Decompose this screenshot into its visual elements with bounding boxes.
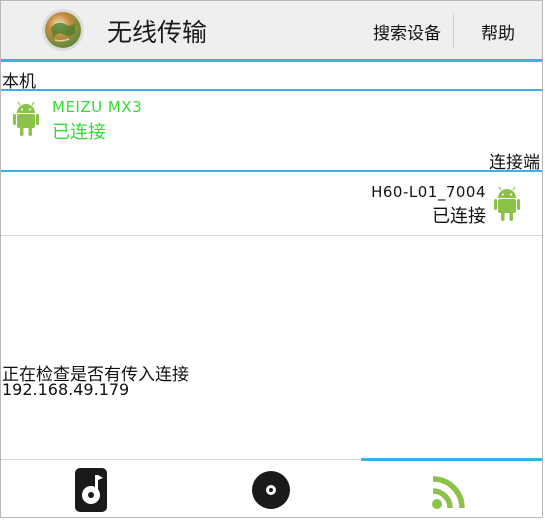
disc-icon [252, 470, 290, 509]
remote-section-divider [1, 170, 542, 172]
tab-wifi-transfer[interactable] [361, 462, 541, 517]
remote-device-status: 已连接 [432, 206, 486, 227]
search-devices-button[interactable]: 搜索设备 [373, 19, 441, 44]
tab-music-player[interactable] [1, 462, 181, 517]
remote-device-name: H60-L01_7004 [371, 183, 486, 201]
ip-address: 192.168.49.179 [2, 380, 130, 399]
music-player-icon [75, 467, 107, 512]
app-bar-underline [1, 59, 542, 62]
window-frame [0, 0, 543, 518]
active-tab-indicator [361, 458, 542, 461]
local-device-name: MEIZU MX3 [52, 98, 143, 116]
android-icon [13, 101, 39, 136]
app-title: 无线传输 [107, 18, 208, 47]
help-button[interactable]: 帮助 [481, 19, 515, 44]
remote-list-divider [1, 235, 542, 236]
wifi-signal-icon [432, 475, 465, 509]
local-device-status: 已连接 [52, 122, 106, 143]
action-divider [453, 13, 454, 49]
local-section-divider [1, 89, 542, 91]
tab-disc[interactable] [181, 462, 361, 517]
globe-icon[interactable] [41, 8, 85, 52]
android-icon [494, 186, 520, 221]
app-bar: 无线传输 搜索设备 帮助 [1, 1, 542, 59]
